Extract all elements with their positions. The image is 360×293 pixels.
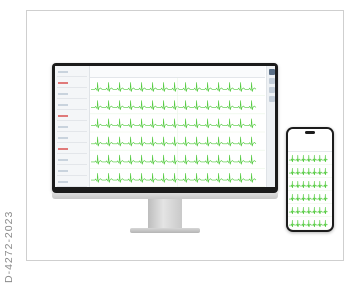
phone-notch bbox=[305, 131, 315, 134]
patient-list-item[interactable] bbox=[57, 67, 87, 77]
ecg-lead-trace bbox=[289, 155, 328, 162]
ecg-lead-trace bbox=[91, 100, 257, 110]
monitor-stand-neck bbox=[148, 199, 182, 229]
patient-list-item[interactable] bbox=[57, 177, 87, 187]
monitor-screen bbox=[55, 66, 275, 187]
ecg-lead-trace bbox=[91, 118, 257, 129]
patient-list-item[interactable] bbox=[57, 100, 87, 110]
patient-list-item[interactable] bbox=[57, 89, 87, 99]
ecg-lead-trace bbox=[91, 136, 257, 147]
tool-button[interactable] bbox=[268, 96, 275, 102]
patient-list-item[interactable] bbox=[57, 78, 87, 88]
ecg-lead-trace bbox=[289, 168, 328, 175]
phone-ecg-panel bbox=[288, 152, 332, 230]
tool-button[interactable] bbox=[268, 69, 275, 75]
tool-rail bbox=[266, 66, 275, 187]
phone-screen bbox=[288, 129, 332, 230]
tool-button[interactable] bbox=[268, 78, 275, 84]
ecg-lead-trace bbox=[91, 82, 257, 92]
tool-button[interactable] bbox=[268, 87, 275, 93]
ecg-lead-trace bbox=[289, 194, 328, 201]
ecg-lead-trace bbox=[289, 220, 328, 227]
screen-header-bar bbox=[90, 66, 265, 78]
patient-list-item[interactable] bbox=[57, 122, 87, 132]
ecg-lead-trace bbox=[289, 207, 328, 214]
document-code: D-4272-2023 bbox=[3, 210, 15, 283]
patient-list-sidebar bbox=[55, 66, 90, 187]
ecg-waveform-chart bbox=[90, 78, 265, 187]
smartphone bbox=[286, 127, 334, 232]
ecg-lead-trace bbox=[91, 173, 257, 183]
ecg-waveform-panel bbox=[90, 78, 265, 187]
phone-ecg-chart bbox=[288, 155, 332, 230]
monitor-stand-foot bbox=[130, 228, 200, 233]
phone-header bbox=[288, 129, 332, 152]
patient-list-item[interactable] bbox=[57, 133, 87, 143]
patient-list-item[interactable] bbox=[57, 155, 87, 165]
patient-list-item[interactable] bbox=[57, 111, 87, 121]
patient-list-item[interactable] bbox=[57, 166, 87, 176]
ecg-lead-trace bbox=[289, 181, 328, 188]
ecg-lead-trace bbox=[91, 154, 257, 165]
desktop-monitor bbox=[52, 63, 278, 193]
patient-list-item[interactable] bbox=[57, 144, 87, 154]
